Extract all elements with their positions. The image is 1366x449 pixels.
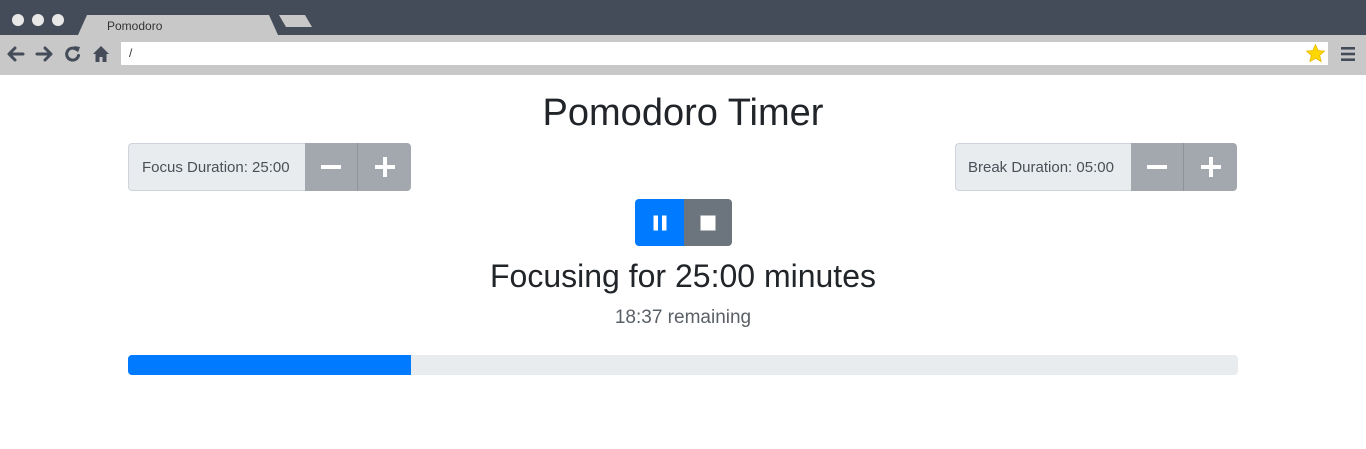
window-maximize-dot[interactable] bbox=[52, 14, 64, 26]
stop-button[interactable] bbox=[684, 199, 732, 246]
pause-icon bbox=[653, 215, 666, 230]
time-remaining: 18:37 remaining bbox=[614, 307, 752, 328]
home-icon[interactable] bbox=[91, 43, 111, 65]
plus-icon bbox=[1200, 157, 1221, 177]
session-progress-track bbox=[128, 355, 1238, 375]
focus-increase-button[interactable] bbox=[358, 143, 411, 191]
plus-icon bbox=[374, 157, 395, 177]
stop-icon bbox=[700, 215, 716, 230]
window-close-dot[interactable] bbox=[12, 14, 24, 26]
forward-arrow-icon[interactable] bbox=[34, 43, 54, 65]
new-tab-button[interactable] bbox=[279, 15, 312, 27]
minus-icon bbox=[321, 165, 341, 169]
timer-controls bbox=[635, 199, 732, 246]
break-duration-group: Break Duration: 05:00 bbox=[955, 143, 1237, 191]
menu-icon[interactable] bbox=[1340, 45, 1356, 63]
pause-button[interactable] bbox=[635, 199, 684, 246]
break-increase-button[interactable] bbox=[1184, 143, 1237, 191]
bookmark-star-icon[interactable] bbox=[1305, 43, 1326, 64]
reload-icon[interactable] bbox=[63, 43, 83, 65]
window-minimize-dot[interactable] bbox=[32, 14, 44, 26]
focus-duration-label: Focus Duration: 25:00 bbox=[128, 143, 305, 191]
browser-titlebar: Pomodoro bbox=[0, 0, 1366, 35]
break-duration-label: Break Duration: 05:00 bbox=[955, 143, 1131, 191]
timer-status-heading: Focusing for 25:00 minutes bbox=[490, 258, 876, 294]
focus-duration-group: Focus Duration: 25:00 bbox=[128, 143, 411, 191]
focus-decrease-button[interactable] bbox=[305, 143, 358, 191]
address-bar[interactable]: / bbox=[121, 42, 1328, 65]
session-progress-bar bbox=[128, 355, 412, 375]
break-decrease-button[interactable] bbox=[1131, 143, 1184, 191]
back-arrow-icon[interactable] bbox=[6, 43, 26, 65]
minus-icon bbox=[1147, 165, 1167, 169]
page-title: Pomodoro Timer bbox=[542, 92, 824, 134]
address-url: / bbox=[129, 46, 133, 60]
browser-tab-title: Pomodoro bbox=[107, 19, 163, 33]
